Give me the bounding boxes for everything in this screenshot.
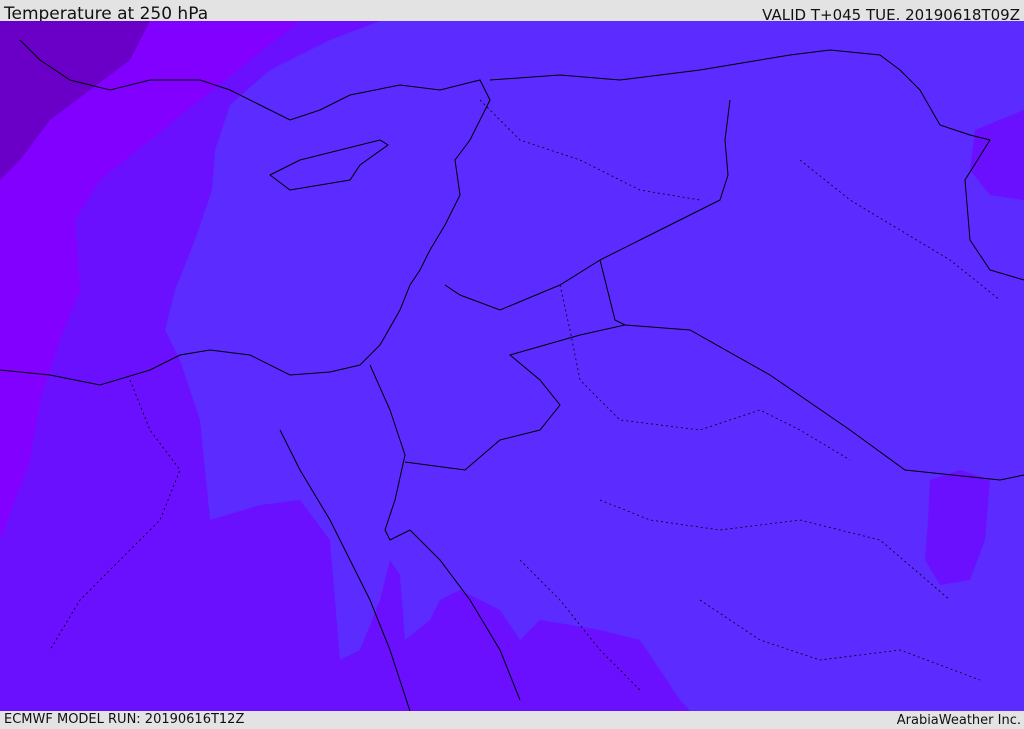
model-run-label: ECMWF MODEL RUN: 20190616T12Z xyxy=(4,712,245,727)
header-bar: Temperature at 250 hPa VALID T+045 TUE. … xyxy=(0,0,1024,24)
credit-label: ArabiaWeather Inc. xyxy=(896,713,1021,728)
map-area xyxy=(0,21,1024,711)
weather-map-frame: Temperature at 250 hPa VALID T+045 TUE. … xyxy=(0,0,1024,729)
footer-bar: ECMWF MODEL RUN: 20190616T12Z ArabiaWeat… xyxy=(0,711,1024,729)
temperature-map xyxy=(0,21,1024,711)
